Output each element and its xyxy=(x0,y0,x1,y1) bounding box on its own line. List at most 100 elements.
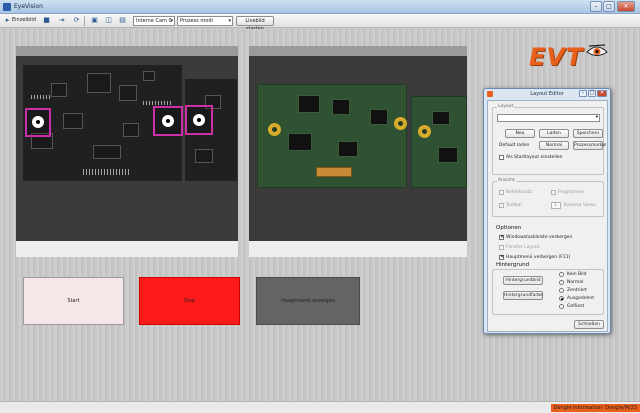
stop-icon[interactable]: ■ xyxy=(42,16,51,25)
start-button[interactable]: Start xyxy=(23,277,124,325)
layout-group: Layout ▾ Neu Laden Speichern Default lad… xyxy=(492,104,606,175)
cycle-icon[interactable]: ⟳ xyxy=(72,16,81,25)
live-image-button[interactable]: Livebild starten xyxy=(236,16,274,32)
options-group: Optionen ✕ Windowstaskleiste verbergen F… xyxy=(492,222,604,262)
component-row xyxy=(143,101,173,105)
default-normal-button[interactable]: Normal xyxy=(539,141,569,150)
radio-no-image[interactable] xyxy=(559,272,564,277)
mode-label[interactable]: Einzelbild xyxy=(12,17,36,23)
detection-marker[interactable] xyxy=(153,106,183,136)
fiducial-ring xyxy=(162,115,174,127)
pcb-board xyxy=(184,78,238,182)
stop-button[interactable]: Stop xyxy=(139,277,240,325)
stop-button-label: Stop xyxy=(183,298,196,305)
image-frame-bottom xyxy=(249,241,467,257)
taskbar-label: Windowstaskleiste verbergen xyxy=(506,235,573,240)
chip xyxy=(51,83,67,97)
image-area xyxy=(16,56,238,241)
camera-view-right[interactable] xyxy=(249,46,467,257)
chevron-down-icon: ▾ xyxy=(595,115,598,120)
dialog-titlebar: Layout Editor – □ ✕ xyxy=(484,89,610,99)
chip xyxy=(288,133,312,151)
window-titlebar: EyeVision – □ ✕ xyxy=(0,0,640,14)
radio-no-image-label: Kein Bild xyxy=(567,272,587,277)
window-layout-checkbox[interactable] xyxy=(499,245,504,250)
radio-centered-label: Zentriert xyxy=(567,288,587,293)
detection-marker[interactable] xyxy=(25,108,51,137)
fiducial-ring xyxy=(32,116,44,128)
save-layout-button[interactable]: Speichern xyxy=(573,129,603,138)
radio-centered[interactable] xyxy=(559,288,564,293)
startlayout-label: Als Startlayout einstellen xyxy=(506,155,563,160)
chip xyxy=(119,85,137,101)
play-icon[interactable]: ▸ xyxy=(3,16,12,25)
toolbar-separator xyxy=(84,16,85,26)
process-select[interactable]: Prozess modi ▾ xyxy=(177,16,233,26)
dialog-close-button[interactable]: ✕ xyxy=(597,90,607,97)
new-layout-button[interactable]: Neu xyxy=(505,129,535,138)
image-area xyxy=(249,56,467,241)
chip xyxy=(195,149,213,163)
open-icon[interactable]: ◫ xyxy=(104,16,113,25)
layout-group-label: Layout xyxy=(497,104,515,109)
logo-text: EVT xyxy=(529,43,584,71)
programs-checkbox[interactable] xyxy=(551,190,556,195)
chip xyxy=(143,71,155,81)
maximize-button[interactable]: □ xyxy=(603,1,615,12)
detection-marker[interactable] xyxy=(185,105,213,135)
close-dialog-button[interactable]: Schließen xyxy=(574,320,604,329)
window-title: EyeVision xyxy=(14,3,43,10)
layout-combo[interactable]: ▾ xyxy=(497,114,600,122)
close-button[interactable]: ✕ xyxy=(617,1,635,12)
toolbar-label: Toolbar xyxy=(506,203,523,208)
image-frame-top xyxy=(249,46,467,56)
ribbon-connector xyxy=(316,167,352,177)
toolbar-checkbox[interactable] xyxy=(499,203,504,208)
fiducial-ring xyxy=(193,114,205,126)
image-frame-bottom xyxy=(16,241,238,257)
process-select-value: Prozess modi xyxy=(180,18,213,24)
background-image-button[interactable]: Hintergrundbild xyxy=(503,276,543,285)
mounting-pad xyxy=(268,123,281,136)
chip xyxy=(332,99,350,115)
license-info: Dongle Information: Dongle/M/23 xyxy=(550,404,640,412)
chip xyxy=(63,113,83,129)
layout-icon[interactable]: ▤ xyxy=(118,16,127,25)
radio-stretched-label: Ausgedehnt xyxy=(567,296,594,301)
dialog-maximize-button[interactable]: □ xyxy=(588,90,596,97)
app-icon xyxy=(3,3,11,11)
camera-select-value: Interne Cam 0 xyxy=(136,18,172,24)
camera-view-left[interactable] xyxy=(16,46,238,257)
image-frame-top xyxy=(16,46,238,56)
taskbar-checkbox[interactable]: ✕ xyxy=(499,235,504,240)
chip xyxy=(93,145,121,159)
load-layout-button[interactable]: Laden xyxy=(539,129,569,138)
commandset-checkbox[interactable] xyxy=(499,190,504,195)
radio-normal-label: Normal xyxy=(567,280,584,285)
dialog-minimize-button[interactable]: – xyxy=(579,90,587,97)
default-load-label: Default laden xyxy=(499,143,530,148)
layout-editor-dialog: Layout Editor – □ ✕ Layout ▾ Neu Laden S… xyxy=(483,88,611,334)
chip xyxy=(438,147,458,163)
programs-label: Programme xyxy=(558,190,585,195)
chevron-down-icon: ▾ xyxy=(228,18,231,24)
chevron-down-icon: ▾ xyxy=(170,18,173,24)
chip xyxy=(432,111,450,125)
evt-logo: EVT xyxy=(526,39,608,79)
radio-normal[interactable] xyxy=(559,280,564,285)
radio-tiled[interactable] xyxy=(559,304,564,309)
camera-select[interactable]: Interne Cam 0 ▾ xyxy=(133,16,175,26)
step-icon[interactable]: ⇥ xyxy=(57,16,66,25)
minimize-button[interactable]: – xyxy=(590,1,602,12)
radio-stretched[interactable] xyxy=(559,296,564,301)
startlayout-checkbox[interactable] xyxy=(499,155,504,160)
default-process-button[interactable]: Prozessmodus xyxy=(573,141,606,150)
hide-mainmenu-checkbox[interactable]: ✕ xyxy=(499,255,504,260)
dialog-body: Layout ▾ Neu Laden Speichern Default lad… xyxy=(487,100,608,332)
camera-views-spinner[interactable]: 1 xyxy=(551,202,561,209)
main-menu-button[interactable]: Hauptmenü anzeigen xyxy=(256,277,360,325)
connector-pins xyxy=(83,169,129,175)
pcb-board xyxy=(22,64,183,182)
save-icon[interactable]: ▣ xyxy=(90,16,99,25)
background-color-button[interactable]: Hintergrundfarbe xyxy=(503,291,543,300)
